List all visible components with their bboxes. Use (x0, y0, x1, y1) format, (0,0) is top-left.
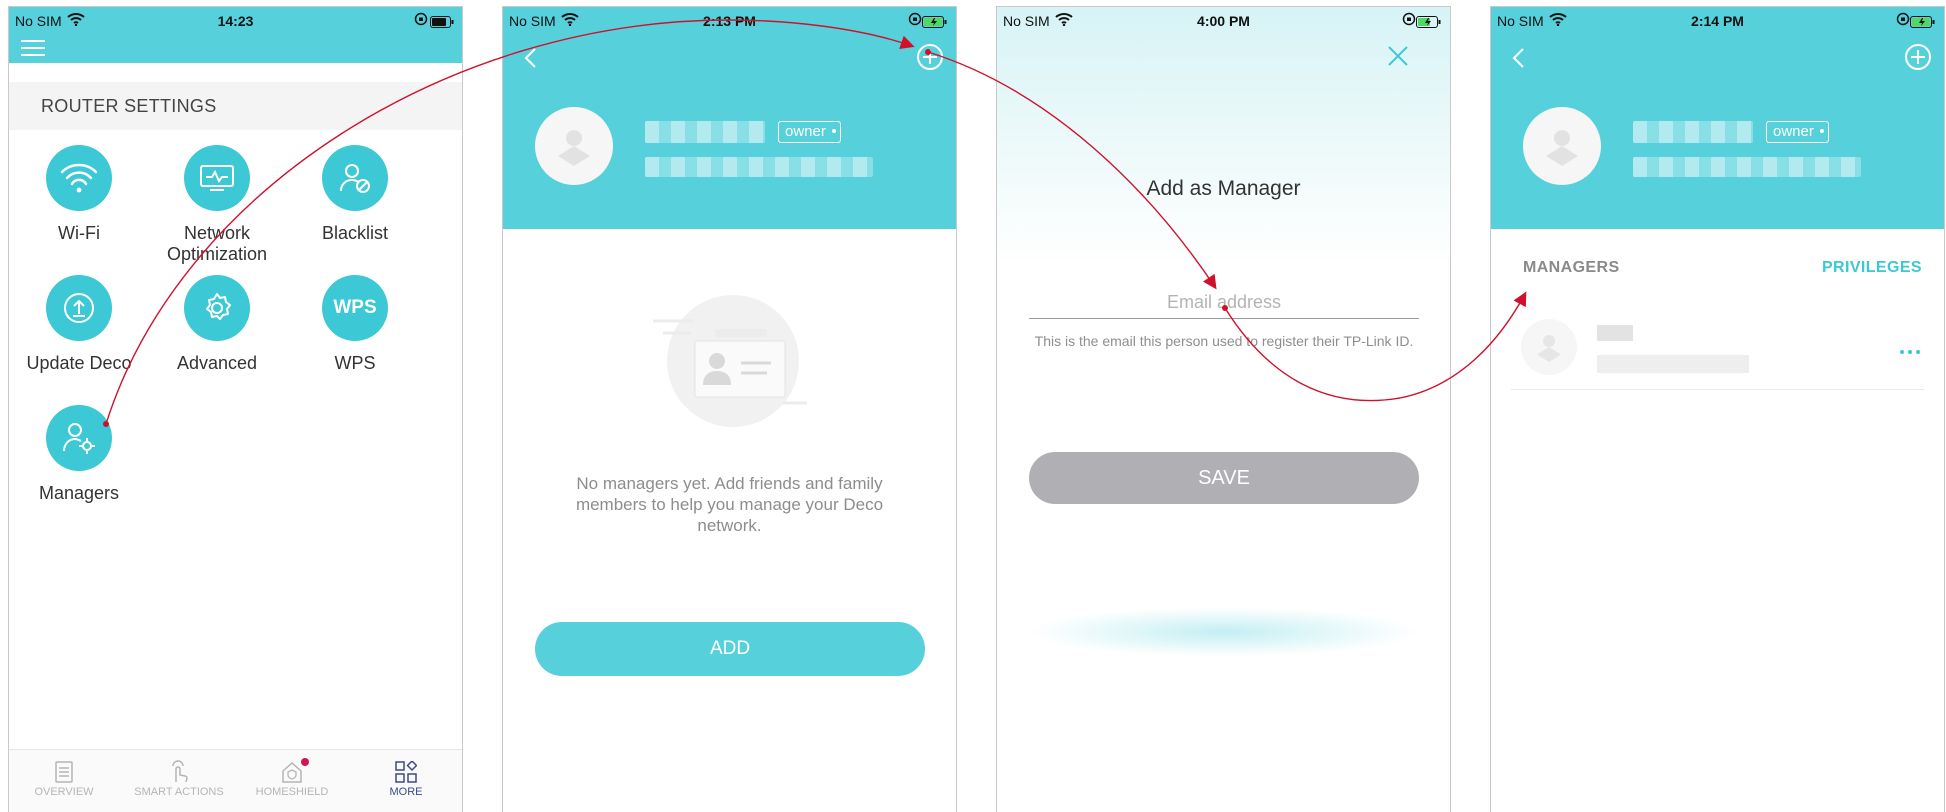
owner-tag: owner (1766, 121, 1829, 143)
tab-homeshield[interactable]: HOMESHIELD (237, 758, 347, 798)
tile-update-deco[interactable]: Update Deco (9, 275, 149, 374)
avatar (535, 107, 613, 185)
clock: 4:00 PM (1197, 13, 1250, 29)
section-title-text: ROUTER SETTINGS (41, 96, 217, 116)
gear-icon (184, 275, 250, 341)
privileges-link[interactable]: PRIVILEGES (1822, 259, 1922, 277)
empty-state-illustration (653, 293, 813, 438)
manager-name-redacted (1597, 325, 1633, 341)
screen-managers-list: No SIM 2:14 PM owner MANAGERS PRIVILEGES (1490, 6, 1945, 812)
tab-label: SMART ACTIONS (134, 786, 224, 798)
status-bar: No SIM 14:23 (9, 7, 462, 35)
add-button[interactable]: ADD (535, 622, 925, 676)
tile-wps[interactable]: WPS WPS (285, 275, 425, 374)
tile-label: Managers (38, 483, 120, 503)
tile-label: Wi-Fi (58, 223, 100, 243)
overview-icon (9, 758, 119, 786)
orientation-lock-icon (1896, 12, 1910, 29)
battery-charging-icon (1910, 15, 1936, 31)
owner-tag: owner (778, 121, 841, 143)
more-options-icon[interactable] (1898, 341, 1922, 359)
network-optimization-icon (184, 145, 250, 211)
tile-label: Update Deco (26, 353, 132, 373)
tile-managers[interactable]: Managers (9, 405, 149, 504)
battery-charging-icon (922, 15, 948, 31)
status-bar: No SIM 2:14 PM (1491, 7, 1944, 35)
screen-add-manager: No SIM 4:00 PM Add as Manager Email addr… (996, 6, 1451, 812)
wifi-icon (46, 145, 112, 211)
tab-label: OVERVIEW (34, 786, 94, 798)
owner-name-redacted (1633, 121, 1753, 143)
add-manager-icon[interactable] (1904, 43, 1932, 76)
hamburger-menu-icon[interactable] (21, 35, 45, 61)
manager-avatar (1521, 319, 1577, 375)
empty-state-message: No managers yet. Add friends and family … (575, 474, 884, 535)
homeshield-icon (237, 758, 347, 786)
save-button[interactable]: SAVE (1029, 452, 1419, 504)
status-bar: No SIM 2:13 PM (503, 7, 956, 35)
owner-email-redacted (1633, 157, 1861, 177)
email-hint: This is the email this person used to re… (1034, 333, 1414, 349)
email-input[interactable]: Email address (1029, 285, 1419, 319)
close-icon[interactable] (1387, 45, 1409, 72)
managers-icon (46, 405, 112, 471)
tile-label: Blacklist (321, 223, 388, 243)
tile-label: Network Optimization (166, 223, 268, 264)
blurred-glow (1027, 607, 1420, 657)
clock: 2:13 PM (703, 13, 756, 29)
tab-smart-actions[interactable]: SMART ACTIONS (124, 758, 234, 798)
avatar (1523, 107, 1601, 185)
tile-network-optimization[interactable]: Network Optimization (147, 145, 287, 265)
clock: 14:23 (217, 13, 254, 29)
tab-more[interactable]: MORE (351, 758, 461, 798)
tile-advanced[interactable]: Advanced (147, 275, 287, 374)
manager-row[interactable] (1511, 307, 1924, 390)
owner-email-redacted (645, 157, 873, 177)
tile-label: WPS (334, 353, 376, 373)
notification-dot (301, 758, 309, 766)
tile-wifi[interactable]: Wi-Fi (9, 145, 149, 244)
battery-icon (430, 15, 454, 31)
wps-icon: WPS (322, 275, 388, 341)
battery-charging-icon (1416, 15, 1442, 31)
tile-label: Advanced (176, 353, 258, 373)
add-manager-icon[interactable] (916, 43, 944, 76)
owner-name-redacted (645, 121, 765, 143)
orientation-lock-icon (414, 12, 428, 29)
clock: 2:14 PM (1691, 13, 1744, 29)
managers-heading: MANAGERS (1523, 259, 1620, 276)
tab-label: MORE (389, 786, 423, 798)
status-bar: No SIM 4:00 PM (997, 7, 1450, 35)
blacklist-icon (322, 145, 388, 211)
screen-managers-empty: No SIM 2:13 PM owner No managers yet. Ad… (502, 6, 957, 812)
orientation-lock-icon (1402, 12, 1416, 29)
section-title: ROUTER SETTINGS (9, 82, 462, 130)
update-icon (46, 275, 112, 341)
manager-email-redacted (1597, 355, 1749, 373)
back-icon[interactable] (1511, 47, 1525, 74)
bottom-tab-bar: OVERVIEW SMART ACTIONS HOMESHIELD MORE (9, 749, 462, 812)
background (997, 7, 1450, 812)
more-icon (351, 758, 461, 786)
dialog-title: Add as Manager (1146, 177, 1301, 200)
screen-router-settings: No SIM 14:23 ROUTER SETTINGS Wi-Fi Netwo… (8, 6, 463, 812)
tile-blacklist[interactable]: Blacklist (285, 145, 425, 244)
orientation-lock-icon (908, 12, 922, 29)
tab-label: HOMESHIELD (255, 786, 329, 798)
back-icon[interactable] (523, 47, 537, 74)
smart-actions-icon (124, 758, 234, 786)
tab-overview[interactable]: OVERVIEW (9, 758, 119, 798)
